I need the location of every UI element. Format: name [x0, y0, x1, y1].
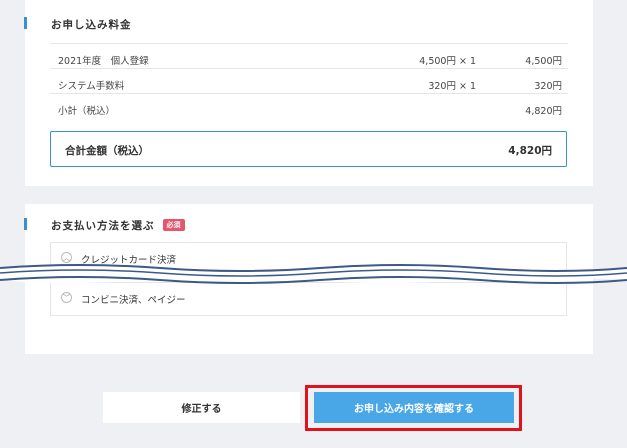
edit-button[interactable]: 修正する	[103, 392, 300, 423]
fee-section-title: お申し込み料金	[51, 19, 132, 31]
payment-section-title-text: お支払い方法を選ぶ	[51, 220, 155, 232]
fee-row-qty: 4,500円 × 1	[419, 56, 476, 67]
subtotal-amount: 4,820円	[525, 106, 562, 117]
total-label: 合計金額（税込）	[65, 145, 149, 157]
fee-row-label: システム手数料	[58, 81, 125, 92]
payment-option-label: コンビニ決済、ペイジー	[81, 295, 186, 306]
payment-option-convenience-store[interactable]: ﹀ コンビニ決済、ペイジー	[50, 282, 567, 316]
omission-wave-divider	[0, 264, 627, 284]
payment-section-title: お支払い方法を選ぶ 必須	[51, 218, 185, 233]
required-badge: 必須	[162, 219, 185, 231]
subtotal-row: 小計（税込） 4,820円	[50, 93, 568, 125]
fee-row-amount: 320円	[534, 81, 562, 92]
total-amount-box: 合計金額（税込） 4,820円	[50, 131, 567, 167]
section-accent-bar	[24, 218, 27, 230]
fee-summary-card: お申し込み料金 2021年度 個人登録 4,500円 × 1 4,500円 シス…	[24, 0, 593, 186]
fee-row-label: 2021年度 個人登録	[58, 56, 149, 67]
section-accent-bar	[24, 17, 27, 29]
fee-row-amount: 4,500円	[525, 56, 562, 67]
total-amount: 4,820円	[508, 145, 552, 157]
chevron-down-icon[interactable]: ﹀	[61, 292, 72, 303]
fee-row-qty: 320円 × 1	[428, 81, 476, 92]
subtotal-label: 小計（税込）	[58, 106, 116, 117]
confirm-application-button[interactable]: お申し込み内容を確認する	[314, 392, 514, 423]
